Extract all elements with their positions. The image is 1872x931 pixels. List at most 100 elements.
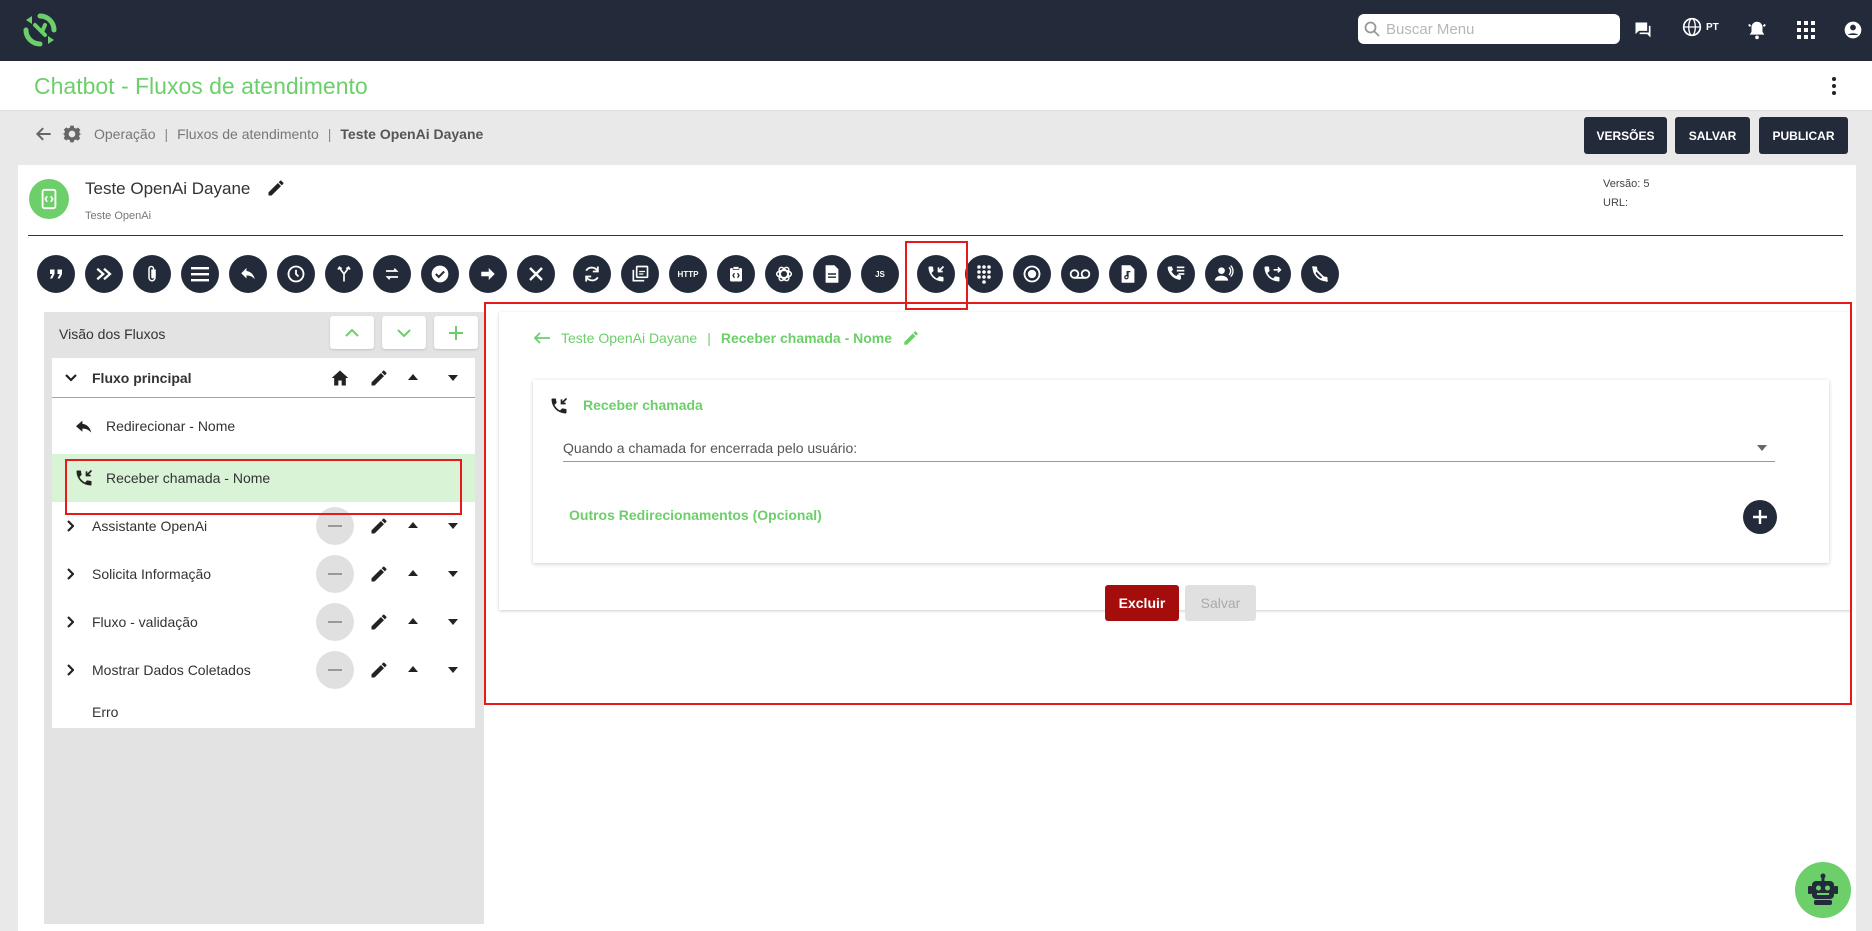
add-redirect-button[interactable] [1743,500,1777,534]
home-icon[interactable] [330,368,350,388]
set-home-button[interactable] [316,555,354,593]
caret-down-icon[interactable] [448,375,458,381]
user-account-icon[interactable] [1840,17,1866,43]
tree-row-main-flow[interactable]: Fluxo principal [52,358,475,398]
javascript-tool-icon[interactable]: JS [861,255,899,293]
tree-row-receive-call-selected[interactable]: Receber chamada - Nome [52,454,475,502]
receive-call-icon [549,396,569,416]
tree-item-label: Receber chamada - Nome [106,470,271,486]
notifications-bell-icon[interactable] [1744,17,1770,43]
other-redirects-label: Outros Redirecionamentos (Opcional) [569,507,822,523]
edit-pencil-icon[interactable] [369,660,389,680]
language-selector[interactable]: PT [1682,17,1719,37]
edit-pencil-icon[interactable] [369,516,389,536]
chevron-right-icon[interactable] [66,568,74,580]
caret-down-icon[interactable] [448,523,458,529]
contact-transfer-tool-icon[interactable] [1205,255,1243,293]
apps-grid-icon[interactable] [1793,17,1819,43]
caret-up-icon[interactable] [408,374,418,380]
search-input[interactable] [1386,20,1606,38]
tree-row-flow-assistant[interactable]: Assistante OpenAi [52,502,475,550]
close-end-tool-icon[interactable] [517,255,555,293]
breadcrumb-operacao[interactable]: Operação [94,126,155,142]
menu-list-tool-icon[interactable] [181,255,219,293]
tree-row-redirect[interactable]: Redirecionar - Nome [52,406,475,446]
record-tool-icon[interactable] [1013,255,1051,293]
swap-transfer-tool-icon[interactable] [373,255,411,293]
chevron-right-icon[interactable] [66,616,74,628]
clock-wait-tool-icon[interactable] [277,255,315,293]
set-home-button[interactable] [316,603,354,641]
branch-condition-tool-icon[interactable] [325,255,363,293]
fast-forward-tool-icon[interactable] [85,255,123,293]
publish-button[interactable]: PUBLICAR [1759,117,1848,154]
chevron-right-icon[interactable] [66,520,74,532]
save-node-button[interactable]: Salvar [1185,585,1256,621]
receive-call-tool-icon[interactable] [917,255,955,293]
select-label: Quando a chamada for encerrada pelo usuá… [563,440,858,456]
reply-redirect-tool-icon[interactable] [229,255,267,293]
caret-up-icon[interactable] [408,666,418,672]
caret-up-icon[interactable] [408,570,418,576]
move-up-button[interactable] [330,316,374,349]
caret-up-icon[interactable] [408,618,418,624]
chevron-down-icon[interactable] [64,373,78,383]
code-clipboard-tool-icon[interactable] [717,255,755,293]
flows-view-title: Visão dos Fluxos [59,326,166,342]
attachment-tool-icon[interactable] [133,255,171,293]
settings-gear-icon[interactable] [62,124,82,144]
edit-flow-name-pencil-icon[interactable] [266,178,286,198]
tree-row-flow-show-data[interactable]: Mostrar Dados Coletados [52,646,475,694]
loop-sync-tool-icon[interactable] [573,255,611,293]
caret-down-icon[interactable] [448,571,458,577]
tree-item-label: Redirecionar - Nome [106,418,236,434]
chat-icon[interactable] [1630,17,1656,43]
arrow-next-tool-icon[interactable] [469,255,507,293]
check-validate-tool-icon[interactable] [421,255,459,293]
chatbot-assistant-button[interactable] [1795,862,1851,918]
http-request-tool-icon[interactable]: HTTP [669,255,707,293]
set-home-button[interactable] [316,507,354,545]
quote-message-tool-icon[interactable] [37,255,75,293]
dialpad-tool-icon[interactable] [965,255,1003,293]
tree-row-error[interactable]: Erro [52,694,475,728]
receive-call-icon [74,468,94,488]
http-label: HTTP [677,269,699,279]
edit-node-name-pencil-icon[interactable] [902,329,920,347]
add-flow-button[interactable] [434,316,478,349]
menu-search[interactable] [1358,14,1620,44]
more-options-icon[interactable] [1824,76,1844,96]
edit-pencil-icon[interactable] [369,564,389,584]
editor-crumb-parent[interactable]: Teste OpenAi Dayane [561,330,697,346]
delete-node-button[interactable]: Excluir [1105,585,1179,621]
flows-view-panel: Visão dos Fluxos Fluxo principal Redirec… [44,312,484,924]
chevron-right-icon[interactable] [66,664,74,676]
phone-keyboard-tool-icon[interactable] [1157,255,1195,293]
call-forward-tool-icon[interactable] [1253,255,1291,293]
edit-pencil-icon[interactable] [369,368,389,388]
caret-down-icon[interactable] [448,667,458,673]
edit-pencil-icon[interactable] [369,612,389,632]
openai-tool-icon[interactable] [765,255,803,293]
hang-up-tool-icon[interactable] [1301,255,1339,293]
breadcrumb-separator: | [164,126,169,142]
node-toolbar: HTTP JS [37,255,1349,293]
versions-button[interactable]: VERSÕES [1584,117,1667,154]
back-arrow-icon[interactable] [34,124,54,144]
caret-down-icon[interactable] [448,619,458,625]
set-home-button[interactable] [316,651,354,689]
app-logo-icon[interactable] [22,12,58,48]
library-copy-tool-icon[interactable] [621,255,659,293]
breadcrumb-fluxos[interactable]: Fluxos de atendimento [177,126,319,142]
caret-up-icon[interactable] [408,522,418,528]
move-down-button[interactable] [382,316,426,349]
call-ended-redirect-select[interactable]: Quando a chamada for encerrada pelo usuá… [563,434,1775,462]
voicemail-tool-icon[interactable] [1061,255,1099,293]
audio-file-tool-icon[interactable] [1109,255,1147,293]
flow-meta: Versão: 5 URL: [1603,175,1649,213]
tree-row-flow-validation[interactable]: Fluxo - validação [52,598,475,646]
document-tool-icon[interactable] [813,255,851,293]
tree-row-flow-request-info[interactable]: Solicita Informação [52,550,475,598]
return-arrow-icon[interactable] [533,331,551,345]
save-flow-button[interactable]: SALVAR [1675,117,1750,154]
